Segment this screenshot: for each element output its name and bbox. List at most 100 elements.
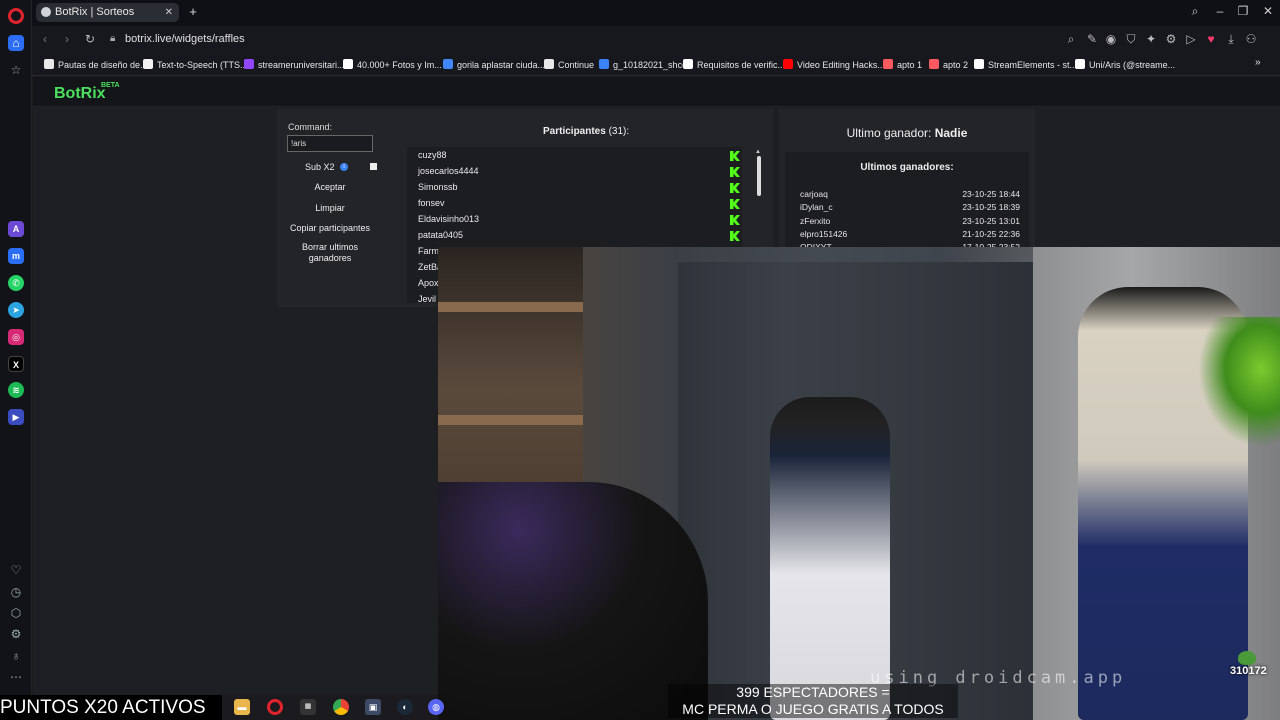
- file-explorer-icon[interactable]: ▬: [234, 699, 250, 715]
- copy-participants-button[interactable]: Copiar participantes: [287, 223, 373, 234]
- edit-icon[interactable]: ✎: [1085, 32, 1099, 46]
- bookmark-item[interactable]: g_10182021_shcc: [599, 59, 687, 70]
- kick-icon: [730, 151, 740, 161]
- bookmark-label: StreamElements - st...: [988, 60, 1078, 70]
- bookmark-favicon-icon: [443, 59, 453, 69]
- bookmark-favicon-icon: [1075, 59, 1085, 69]
- taskbar: ▬ ▦ ▣ ◐ ◍: [222, 694, 444, 720]
- bookmark-item[interactable]: Requisitos de verific...: [683, 59, 785, 70]
- tab-close-icon[interactable]: ✕: [165, 3, 173, 22]
- speed-dial-icon[interactable]: ☆: [8, 62, 24, 78]
- bookmark-item[interactable]: Continue: [544, 59, 594, 70]
- search-tabs-icon[interactable]: ⌕: [1187, 4, 1203, 19]
- delete-winners-button[interactable]: Borrar ultimos ganadores: [287, 242, 373, 264]
- discord-icon[interactable]: ◍: [428, 699, 444, 715]
- heart-icon[interactable]: ♡: [8, 562, 24, 578]
- lightbulb-icon[interactable]: ♁: [8, 648, 24, 664]
- back-icon[interactable]: ‹: [38, 32, 52, 46]
- shield-icon[interactable]: ⛉: [1124, 32, 1138, 47]
- more-bookmarks-icon[interactable]: »: [1255, 57, 1261, 68]
- shelf-plank: [438, 302, 583, 312]
- list-item: josecarlos4444: [407, 163, 742, 179]
- participants-title-text: Participantes: [543, 126, 606, 137]
- home-icon[interactable]: ⌂: [8, 35, 24, 51]
- bookmark-item[interactable]: Video Editing Hacks...: [783, 59, 885, 70]
- bookmark-item[interactable]: Text-to-Speech (TTS...: [143, 59, 248, 70]
- participant-name: fonsev: [418, 198, 445, 208]
- tab-botrix[interactable]: BotRix | Sorteos ✕: [36, 3, 179, 22]
- player-icon[interactable]: ▶: [8, 409, 24, 425]
- restore-icon[interactable]: ❐: [1235, 4, 1251, 18]
- winner-name: iDylan_c: [800, 202, 833, 212]
- opera-taskbar-icon[interactable]: [267, 699, 283, 715]
- bookmark-item[interactable]: Pautas de diseño de...: [44, 59, 148, 70]
- list-item: patata0405: [407, 227, 742, 243]
- more-icon[interactable]: ⋯: [8, 669, 24, 685]
- info-icon[interactable]: i: [340, 163, 348, 171]
- new-tab-plus-icon[interactable]: +: [185, 4, 201, 20]
- minimize-icon[interactable]: –: [1212, 4, 1228, 18]
- x-twitter-icon[interactable]: X: [8, 356, 24, 372]
- bookmark-label: apto 2: [943, 60, 969, 70]
- bookmark-label: Text-to-Speech (TTS...: [157, 60, 248, 70]
- vpn-icon[interactable]: ✦: [1144, 32, 1158, 46]
- aria-icon[interactable]: A: [8, 221, 24, 237]
- opera-logo-icon[interactable]: [8, 8, 24, 24]
- points-banner: PUNTOS X20 ACTIVOS: [0, 695, 222, 720]
- history-icon[interactable]: ◷: [8, 584, 24, 600]
- browser-sidebar: ⌂ ☆ A m ✆ ➤ ◎ X ≋ ▶ ♡ ◷ ⬡ ⚙ ♁ ⋯: [0, 0, 32, 720]
- telegram-icon[interactable]: ➤: [8, 302, 24, 318]
- download-icon[interactable]: ⤓: [1224, 32, 1238, 47]
- command-input[interactable]: !aris: [287, 135, 373, 152]
- bookmark-item[interactable]: gorila aplastar ciuda...: [443, 59, 545, 70]
- table-row: elpro151426 21-10-25 22:36: [800, 229, 1020, 239]
- app-taskbar-icon[interactable]: ▦: [300, 699, 316, 715]
- instagram-icon[interactable]: ◎: [8, 329, 24, 345]
- participant-name: Simonssb: [418, 182, 458, 192]
- scroll-up-icon[interactable]: ▲: [755, 149, 761, 155]
- winner-date: 21-10-25 22:36: [962, 229, 1020, 239]
- close-window-icon[interactable]: ✕: [1260, 4, 1276, 18]
- reload-icon[interactable]: ↻: [83, 32, 97, 46]
- bookmark-item[interactable]: 40.000+ Fotos y Im...: [343, 59, 442, 70]
- participant-name: Farm: [418, 246, 439, 256]
- settings-icon[interactable]: ⚙: [1164, 32, 1178, 46]
- lock-icon[interactable]: 🔒︎: [110, 33, 115, 44]
- participants-scrollbar[interactable]: [757, 156, 761, 196]
- kick-icon: [730, 215, 740, 225]
- kick-icon: [730, 183, 740, 193]
- bookmark-label: streameruniversitari...: [258, 60, 345, 70]
- sub-multiplier-checkbox[interactable]: [370, 163, 377, 170]
- table-row: iDylan_c 23-10-25 18:39: [800, 202, 1020, 212]
- profile-icon[interactable]: ⚇: [1244, 32, 1258, 46]
- zoom-icon[interactable]: ⌕: [1064, 32, 1078, 47]
- botrix-logo[interactable]: BotRix: [54, 85, 106, 103]
- table-row: zFerxito 23-10-25 13:01: [800, 216, 1020, 226]
- whatsapp-icon[interactable]: ✆: [8, 275, 24, 291]
- url-field[interactable]: botrix.live/widgets/raffles: [125, 33, 245, 45]
- bookmark-label: apto 1: [897, 60, 923, 70]
- chrome-icon[interactable]: [333, 699, 349, 715]
- beta-badge: BETA: [101, 82, 120, 89]
- bookmark-item[interactable]: Uni/Aris (@streame...: [1075, 59, 1175, 70]
- forward-icon[interactable]: ›: [60, 32, 74, 46]
- settings-gear-icon[interactable]: ⚙: [8, 626, 24, 642]
- command-label: Command:: [288, 122, 333, 132]
- accept-button[interactable]: Aceptar: [287, 182, 373, 193]
- terminal-icon[interactable]: ▣: [365, 699, 381, 715]
- bookmark-item[interactable]: streameruniversitari...: [244, 59, 345, 70]
- clear-button[interactable]: Limpiar: [287, 203, 373, 214]
- play-icon[interactable]: ▷: [1184, 32, 1198, 46]
- kick-icon: [730, 231, 740, 241]
- bookmark-item[interactable]: apto 2: [929, 59, 968, 70]
- bookmark-favicon-icon: [143, 59, 153, 69]
- spotify-icon[interactable]: ≋: [8, 382, 24, 398]
- camera-icon[interactable]: ◉: [1104, 32, 1118, 46]
- messenger-icon[interactable]: m: [8, 248, 24, 264]
- bookmark-item[interactable]: apto 1: [883, 59, 922, 70]
- bookmark-item[interactable]: StreamElements - st...: [974, 59, 1077, 70]
- heart-icon[interactable]: ♥: [1204, 32, 1218, 46]
- extensions-icon[interactable]: ⬡: [8, 605, 24, 621]
- bookmark-label: Uni/Aris (@streame...: [1089, 60, 1176, 70]
- steam-icon[interactable]: ◐: [397, 699, 413, 715]
